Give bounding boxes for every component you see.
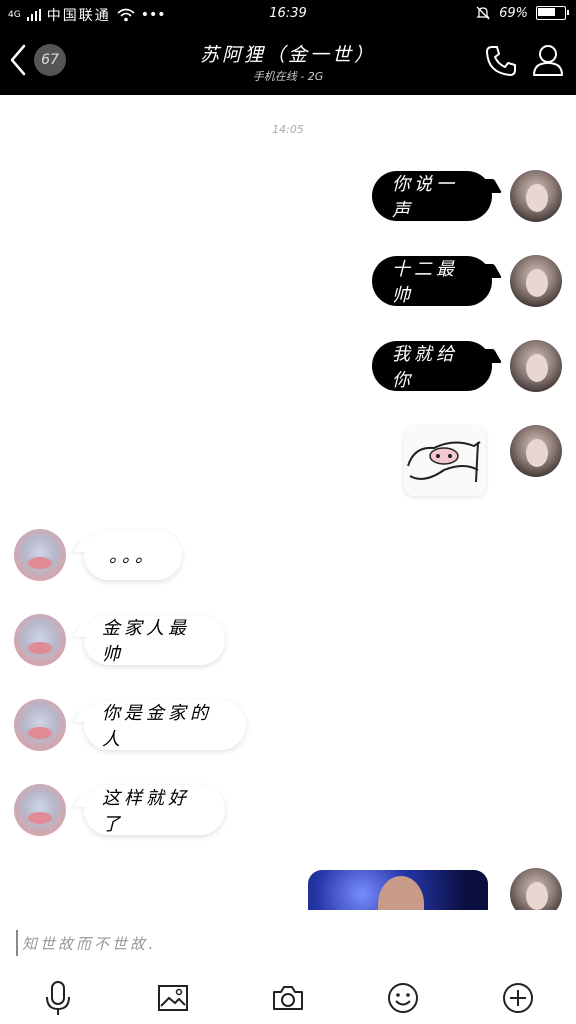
phone-icon (486, 46, 516, 76)
outgoing-message[interactable]: 我就给你 (372, 341, 492, 391)
profile-button[interactable] (532, 43, 564, 81)
sticker-image (407, 441, 481, 483)
battery-level (538, 8, 555, 16)
contact-avatar[interactable] (14, 529, 66, 581)
chat-header: 67 苏阿狸（金一世） 手机在线 - 2G (0, 28, 576, 95)
concert-photo (378, 876, 424, 910)
mute-bell-icon (476, 6, 490, 20)
sticker-message[interactable] (404, 426, 486, 496)
status-right: 69% (475, 5, 569, 21)
emoji-button[interactable] (385, 980, 421, 1016)
battery-percent: 69% (499, 5, 528, 21)
camera-icon (273, 986, 303, 1010)
my-avatar[interactable] (510, 340, 562, 392)
incoming-message[interactable]: 。。。 (84, 530, 182, 580)
image-icon (158, 985, 188, 1011)
plus-icon (503, 983, 533, 1013)
gallery-button[interactable] (155, 980, 191, 1016)
incoming-message[interactable]: 这样就好了 (84, 785, 225, 835)
contact-avatar[interactable] (14, 614, 66, 666)
contact-avatar[interactable] (14, 699, 66, 751)
message-input[interactable] (20, 930, 564, 958)
input-toolbar (0, 974, 576, 1024)
battery-icon (536, 6, 569, 20)
my-avatar[interactable] (510, 868, 562, 910)
message-timestamp: 14:05 (272, 123, 304, 136)
text-cursor (16, 930, 18, 956)
more-button[interactable] (500, 980, 536, 1016)
my-avatar[interactable] (510, 170, 562, 222)
emoji-icon (388, 983, 418, 1013)
outgoing-message[interactable]: 你说一声 (372, 171, 492, 221)
photo-message[interactable] (308, 870, 488, 910)
outgoing-message[interactable]: 十二最帅 (372, 256, 492, 306)
status-bar: 4G 中国联通 ••• 16:39 69% (0, 0, 576, 28)
chat-area[interactable]: 14:05 你说一声 十二最帅 我就给你 。。。 金家人最帅 你是金家的人 这样… (0, 95, 576, 910)
voice-button[interactable] (40, 980, 76, 1016)
input-bar (0, 910, 576, 974)
person-icon (533, 45, 563, 76)
incoming-message[interactable]: 你是金家的人 (84, 700, 246, 750)
call-button[interactable] (484, 44, 518, 82)
my-avatar[interactable] (510, 425, 562, 477)
contact-avatar[interactable] (14, 784, 66, 836)
my-avatar[interactable] (510, 255, 562, 307)
camera-button[interactable] (270, 980, 306, 1016)
microphone-icon (46, 981, 70, 1015)
incoming-message[interactable]: 金家人最帅 (84, 615, 225, 665)
